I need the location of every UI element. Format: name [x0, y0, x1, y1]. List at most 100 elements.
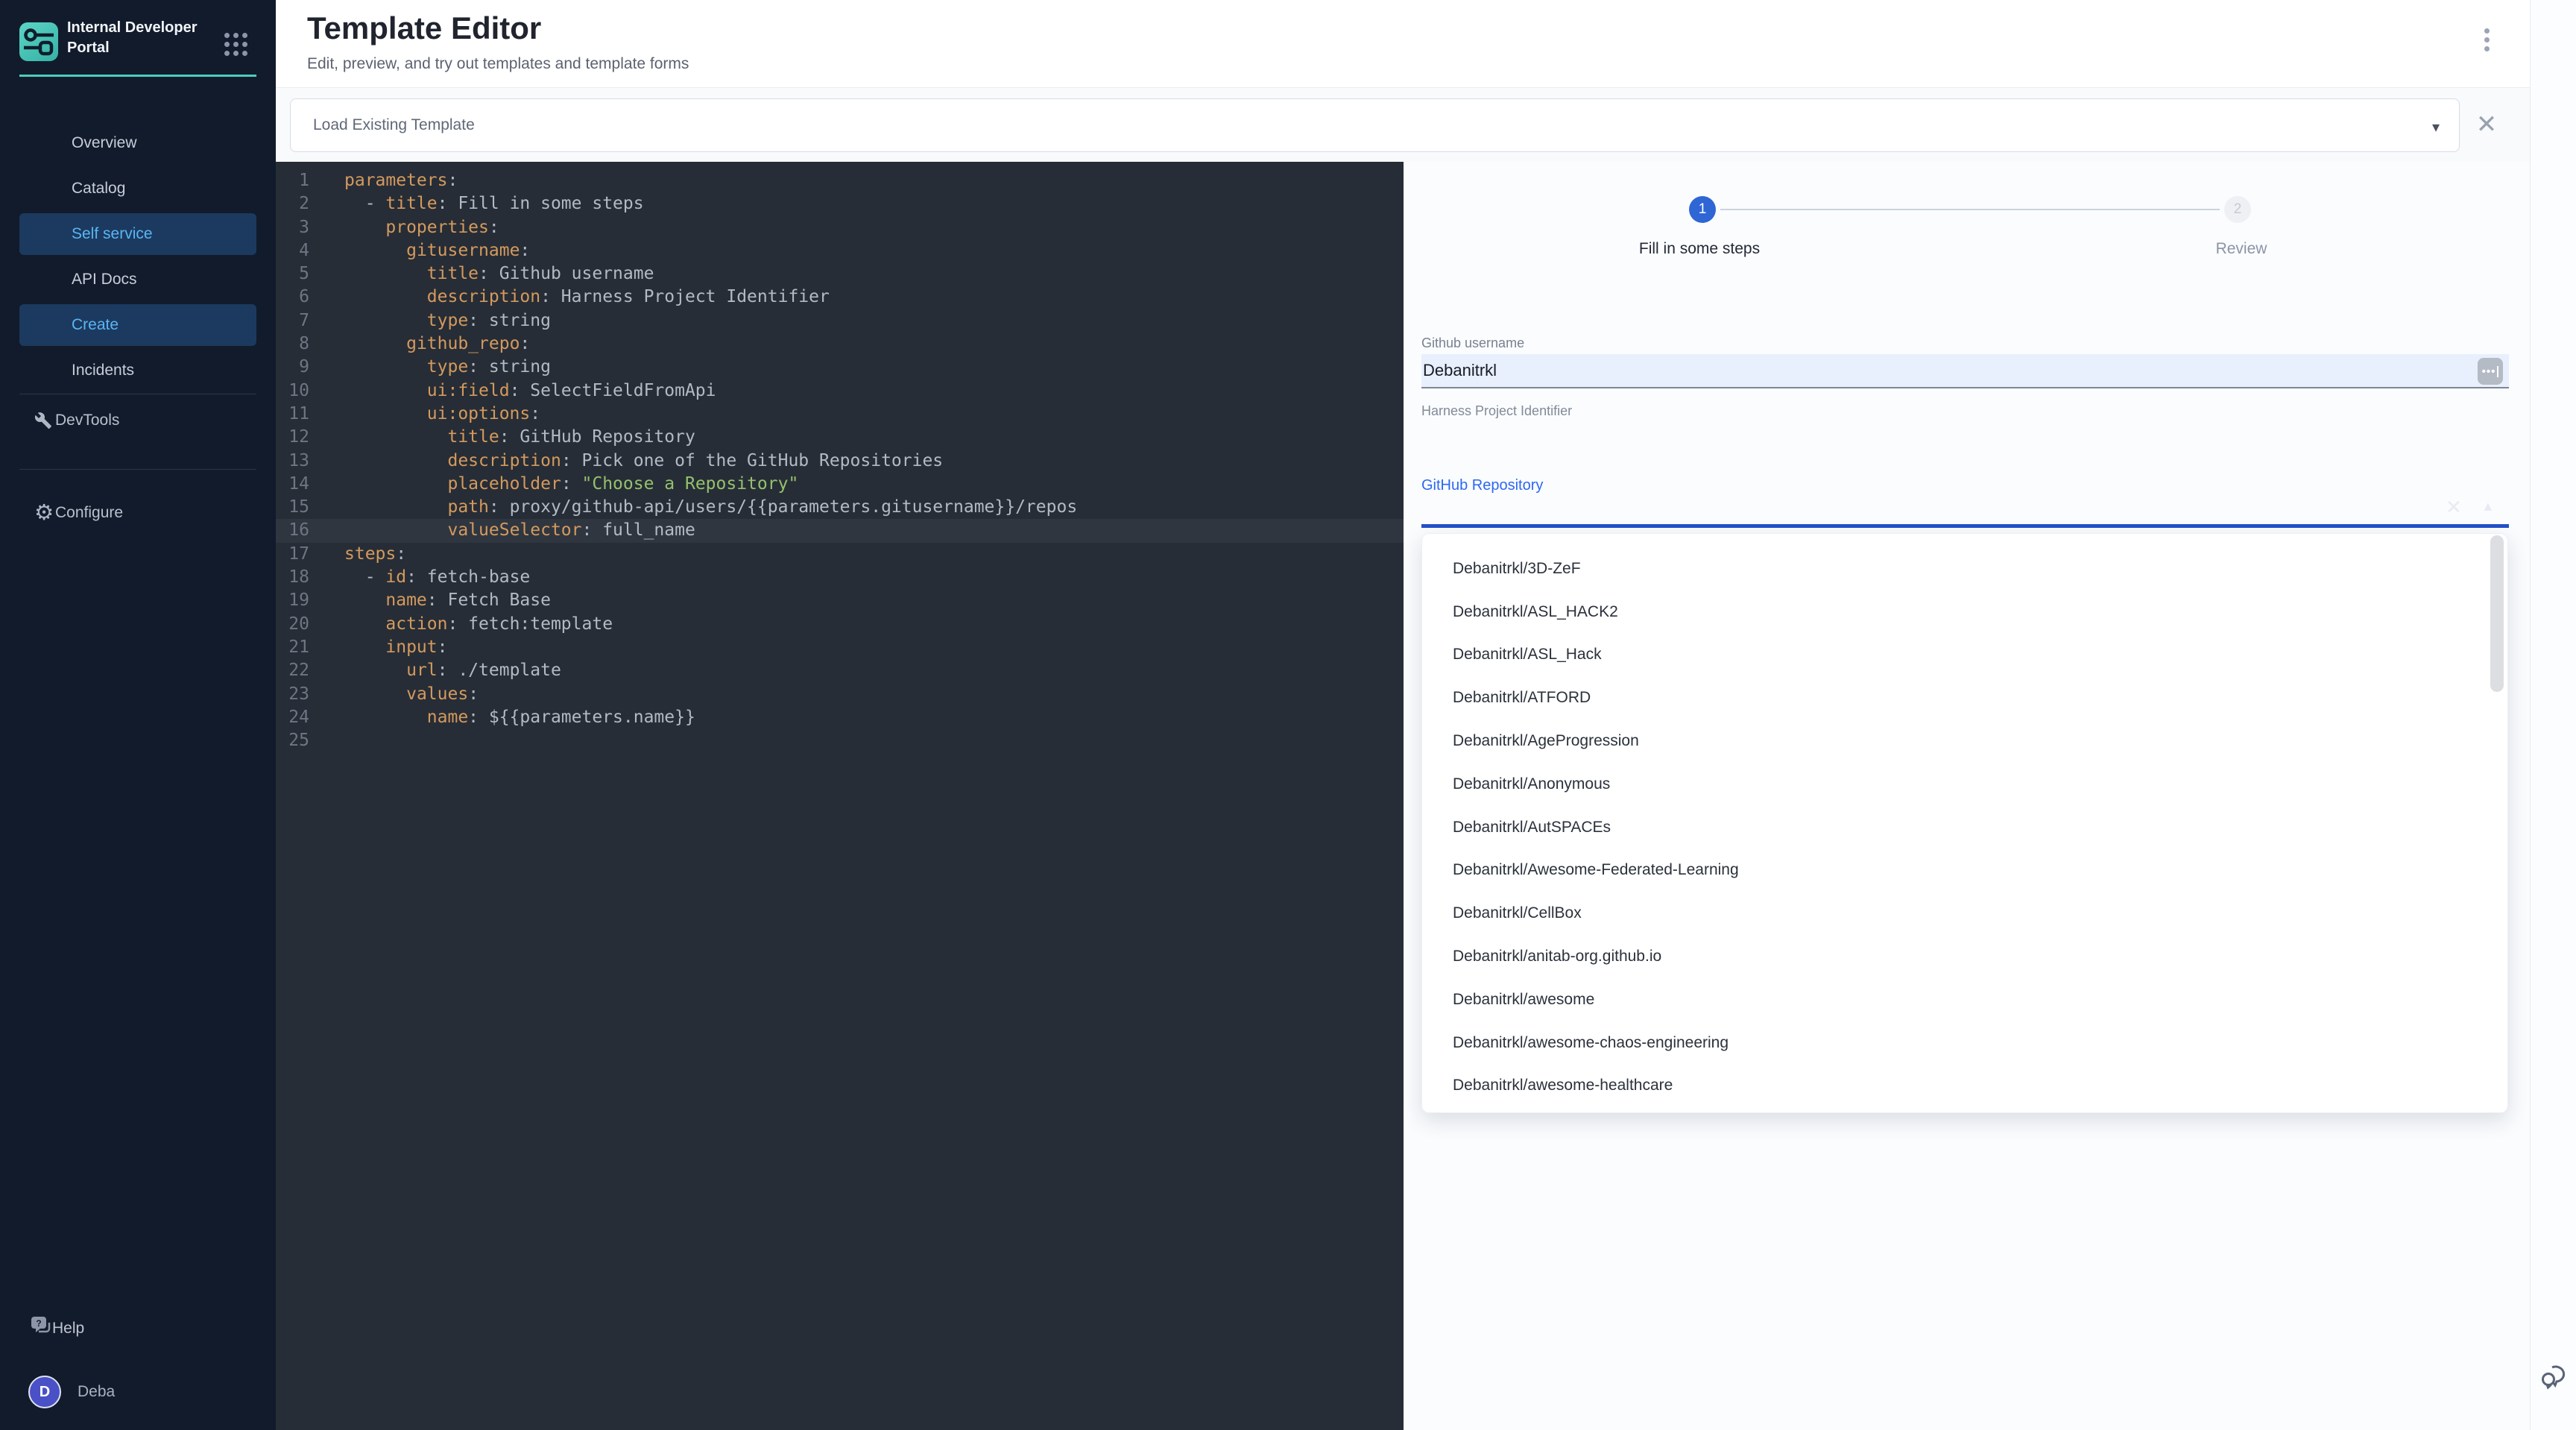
code-text: - title: Fill in some steps: [309, 192, 644, 215]
repository-option[interactable]: Debanitrkl/Anonymous: [1422, 763, 2507, 806]
code-text: name: Fetch Base: [309, 589, 551, 612]
repository-option[interactable]: Debanitrkl/AutSPACEs: [1422, 806, 2507, 849]
code-line-18[interactable]: 18 - id: fetch-base: [276, 566, 1404, 589]
line-number: 23: [276, 683, 309, 706]
code-line-22[interactable]: 22 url: ./template: [276, 659, 1404, 682]
chevron-up-icon[interactable]: ▲: [2481, 499, 2495, 514]
clear-icon[interactable]: ✕: [2446, 496, 2462, 519]
github-username-help: Harness Project Identifier: [1421, 403, 1572, 419]
chat-support-icon[interactable]: [2539, 1360, 2570, 1391]
repository-option[interactable]: Debanitrkl/ASL_Hack: [1422, 634, 2507, 677]
sidebar-item-help[interactable]: ? Help: [19, 1311, 256, 1346]
code-text: url: ./template: [309, 659, 561, 682]
code-text: [309, 729, 344, 752]
sidebar-item-devtools[interactable]: DevTools: [19, 400, 256, 441]
code-text: path: proxy/github-api/users/{{parameter…: [309, 496, 1077, 519]
line-number: 21: [276, 636, 309, 659]
code-line-20[interactable]: 20 action: fetch:template: [276, 613, 1404, 636]
repository-option[interactable]: Debanitrkl/ASL_HACK2: [1422, 590, 2507, 634]
repository-option[interactable]: Debanitrkl/Awesome-Federated-Learning: [1422, 849, 2507, 892]
line-number: 11: [276, 403, 309, 426]
close-icon[interactable]: ✕: [2469, 101, 2504, 148]
code-line-21[interactable]: 21 input:: [276, 636, 1404, 659]
repository-option[interactable]: Debanitrkl/CellBox: [1422, 892, 2507, 935]
code-line-7[interactable]: 7 type: string: [276, 309, 1404, 333]
line-number: 15: [276, 496, 309, 519]
load-template-select[interactable]: Load Existing Template ▾: [290, 98, 2460, 152]
tools-divider: [19, 469, 256, 470]
line-number: 1: [276, 169, 309, 192]
password-manager-icon[interactable]: •••: [2478, 358, 2503, 385]
app-logo-icon: [19, 22, 58, 61]
code-text: title: Github username: [309, 262, 654, 286]
sidebar-user[interactable]: D Deba: [19, 1372, 256, 1412]
dropdown-scrollbar[interactable]: [2490, 535, 2504, 692]
right-utility-strip: [2530, 0, 2576, 1430]
line-number: 17: [276, 543, 309, 566]
code-line-14[interactable]: 14 placeholder: "Choose a Repository": [276, 473, 1404, 496]
line-number: 9: [276, 356, 309, 379]
code-line-24[interactable]: 24 name: ${{parameters.name}}: [276, 706, 1404, 729]
repository-option[interactable]: Debanitrkl/ATFORD: [1422, 676, 2507, 719]
code-text: ui:options:: [309, 403, 540, 426]
code-text: parameters:: [309, 169, 458, 192]
code-line-4[interactable]: 4 gitusername:: [276, 239, 1404, 262]
repository-option[interactable]: Debanitrkl/awesome-chaos-engineering: [1422, 1021, 2507, 1065]
stepper-step-1[interactable]: 1: [1689, 196, 1716, 223]
code-line-5[interactable]: 5 title: Github username: [276, 262, 1404, 286]
line-number: 7: [276, 309, 309, 333]
brand-divider: [19, 75, 256, 77]
page-subtitle: Edit, preview, and try out templates and…: [307, 55, 689, 73]
code-text: description: Harness Project Identifier: [309, 286, 830, 309]
app-switcher-icon[interactable]: [224, 33, 248, 57]
sidebar-item-self-service[interactable]: Self service: [19, 213, 256, 255]
sidebar-item-api-docs[interactable]: API Docs: [19, 259, 256, 300]
repository-option[interactable]: Debanitrkl/awesome: [1422, 978, 2507, 1021]
help-chat-icon: ?: [19, 1315, 52, 1342]
code-line-17[interactable]: 17steps:: [276, 543, 1404, 566]
sidebar-item-overview[interactable]: Overview: [19, 122, 256, 164]
code-text: type: string: [309, 309, 551, 333]
code-text: - id: fetch-base: [309, 566, 530, 589]
code-line-8[interactable]: 8 github_repo:: [276, 333, 1404, 356]
code-line-19[interactable]: 19 name: Fetch Base: [276, 589, 1404, 612]
line-number: 10: [276, 379, 309, 403]
template-toolbar: Load Existing Template ▾ ✕: [276, 88, 2530, 162]
code-line-16[interactable]: 16 valueSelector: full_name: [276, 519, 1404, 542]
user-name: Deba: [78, 1383, 115, 1401]
repository-option[interactable]: Debanitrkl/3D-ZeF: [1422, 547, 2507, 590]
template-form-panel: 1 2 Fill in some steps Review Github use…: [1404, 162, 2530, 1430]
sidebar-item-create[interactable]: Create: [19, 304, 256, 346]
stepper-connector: [1720, 209, 2220, 210]
code-line-6[interactable]: 6 description: Harness Project Identifie…: [276, 286, 1404, 309]
code-line-2[interactable]: 2 - title: Fill in some steps: [276, 192, 1404, 215]
code-line-12[interactable]: 12 title: GitHub Repository: [276, 426, 1404, 449]
code-line-10[interactable]: 10 ui:field: SelectFieldFromApi: [276, 379, 1404, 403]
repository-option[interactable]: Debanitrkl/AgeProgression: [1422, 719, 2507, 763]
code-line-13[interactable]: 13 description: Pick one of the GitHub R…: [276, 450, 1404, 473]
sidebar-item-configure[interactable]: ⚙ Configure: [19, 492, 256, 534]
code-text: placeholder: "Choose a Repository": [309, 473, 798, 496]
github-username-input[interactable]: [1421, 354, 2509, 388]
code-line-3[interactable]: 3 properties:: [276, 216, 1404, 239]
repository-option[interactable]: Debanitrkl/awesome-healthcare: [1422, 1065, 2507, 1108]
code-line-25[interactable]: 25: [276, 729, 1404, 752]
sidebar-item-label: DevTools: [52, 412, 119, 429]
page-header: Template Editor Edit, preview, and try o…: [276, 0, 2576, 88]
line-number: 16: [276, 519, 309, 542]
code-line-1[interactable]: 1parameters:: [276, 169, 1404, 192]
code-line-9[interactable]: 9 type: string: [276, 356, 1404, 379]
code-line-15[interactable]: 15 path: proxy/github-api/users/{{parame…: [276, 496, 1404, 519]
kebab-menu-icon[interactable]: [2484, 28, 2490, 55]
code-text: description: Pick one of the GitHub Repo…: [309, 450, 943, 473]
yaml-code-editor[interactable]: 1parameters:2 - title: Fill in some step…: [276, 162, 1404, 1430]
code-text: steps:: [309, 543, 406, 566]
code-text: title: GitHub Repository: [309, 426, 695, 449]
sidebar-item-catalog[interactable]: Catalog: [19, 168, 256, 210]
stepper-step-2[interactable]: 2: [2224, 196, 2251, 223]
code-line-23[interactable]: 23 values:: [276, 683, 1404, 706]
github-username-label: Github username: [1421, 336, 1524, 351]
repository-option[interactable]: Debanitrkl/anitab-org.github.io: [1422, 935, 2507, 978]
sidebar-item-incidents[interactable]: Incidents: [19, 350, 256, 391]
code-line-11[interactable]: 11 ui:options:: [276, 403, 1404, 426]
